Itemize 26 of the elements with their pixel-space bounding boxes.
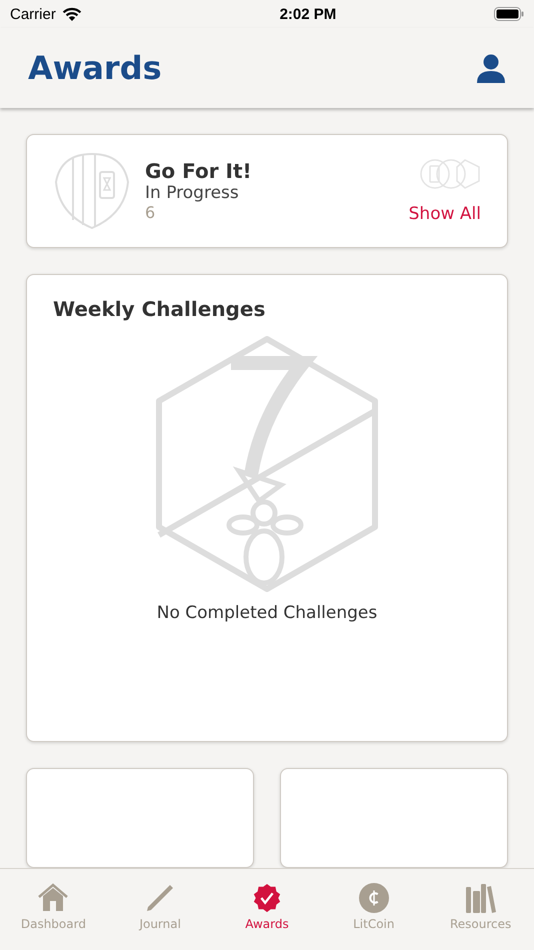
carrier-label: Carrier [10, 6, 56, 22]
award-title: Go For It! [145, 159, 253, 184]
empty-message: No Completed Challenges [156, 602, 378, 623]
award-category-card[interactable] [26, 768, 254, 868]
wifi-icon [62, 7, 82, 21]
tab-item[interactable]: Resources [427, 883, 534, 931]
badges-icon [419, 158, 481, 190]
status-time: 2:02 PM [280, 6, 336, 22]
books-icon [464, 883, 497, 913]
tab-item[interactable]: LitCoin [320, 883, 428, 931]
award-status: In Progress [145, 183, 240, 204]
house-icon [37, 883, 70, 913]
award-category-card[interactable] [280, 768, 508, 868]
tab-item[interactable]: Dashboard [0, 883, 107, 931]
shield-badge-icon [53, 152, 131, 230]
page-title: Awards [28, 49, 162, 87]
award-card[interactable]: Go For It! In Progress 6 Show All [26, 134, 508, 248]
tab-item[interactable]: Awards [214, 883, 320, 931]
tab-item[interactable]: Journal [106, 883, 214, 931]
battery-icon [494, 7, 524, 21]
award-count: 6 [145, 203, 156, 222]
coin-icon [358, 883, 390, 913]
pencil-icon [145, 883, 176, 913]
profile-icon[interactable] [476, 53, 506, 83]
section-title: Weekly Challenges [53, 296, 266, 321]
show-all-link[interactable]: Show All [408, 204, 481, 224]
